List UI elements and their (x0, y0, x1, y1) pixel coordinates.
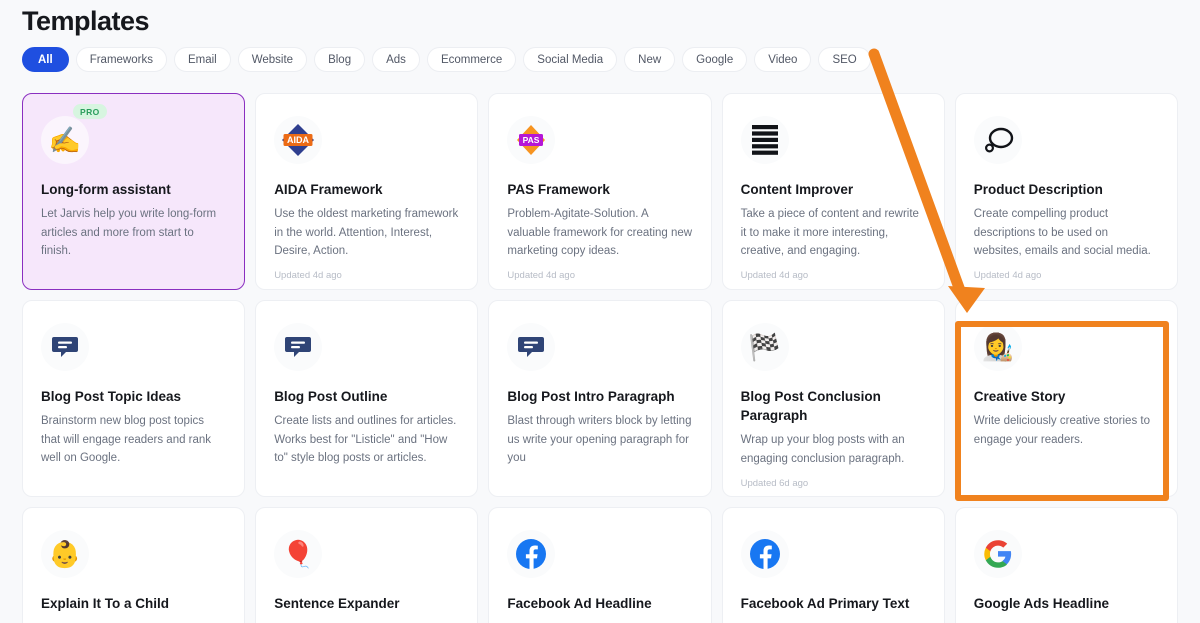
template-card[interactable]: Blog Post Outline Create lists and outlin… (255, 300, 479, 497)
card-icon-wrapper (274, 323, 323, 371)
card-description: Problem-Agitate-Solution. A valuable fra… (507, 208, 693, 258)
filter-pill-email[interactable]: Email (173, 47, 231, 72)
card-icon-wrapper: PAS (507, 116, 556, 164)
artist-person-icon: 👩‍🎨 (981, 332, 1014, 362)
chat-bubble-icon (52, 337, 78, 357)
template-card[interactable]: Google Ads Headline (954, 507, 1178, 623)
pas-badge-icon: PAS (517, 125, 546, 155)
card-icon-wrapper: 👩‍🎨 (973, 323, 1022, 371)
baby-face-icon: 👶 (48, 539, 82, 569)
svg-text:AIDA: AIDA (287, 135, 309, 145)
filter-pill-google[interactable]: Google (682, 47, 748, 72)
checkered-flag-icon: 🏁 (748, 332, 781, 362)
card-title: Product Description (973, 182, 1103, 197)
card-title: Facebook Ad Headline (507, 596, 652, 611)
template-card[interactable]: ✍️ PRO Long-form assistant Let Jarvis help … (22, 93, 246, 290)
filter-pill-blog[interactable]: Blog (314, 47, 366, 72)
card-icon-wrapper: 🎈 (274, 530, 323, 578)
page-title: Templates (22, 6, 150, 36)
template-card[interactable]: 👶 Explain It To a Child (22, 507, 246, 623)
card-title: Long-form assistant (41, 182, 171, 197)
card-description: Brainstorm new blog post topics that wil… (41, 415, 212, 465)
filter-pill-video[interactable]: Video (754, 47, 812, 72)
template-card[interactable]: PAS PAS Framework Problem-Agitate-Solution… (488, 93, 712, 290)
card-icon-wrapper: AIDA (274, 116, 323, 164)
filter-bar: All Frameworks Email Website Blog Ads Ecommerc… (22, 47, 871, 72)
template-card[interactable]: Product Description Create compelling pro… (954, 93, 1178, 290)
card-description: Create lists and outlines for articles. … (274, 415, 457, 465)
template-card[interactable]: 🏁 Blog Post Conclusion Paragraph Wrap up y… (721, 300, 945, 497)
pro-badge: PRO (73, 104, 107, 119)
google-logo-icon (984, 540, 1011, 568)
facebook-logo-icon (516, 539, 547, 569)
card-updated-timestamp: Updated 4d ago (740, 270, 809, 282)
card-updated-timestamp: Updated 4d ago (973, 270, 1042, 282)
card-title: Facebook Ad Primary Text (740, 596, 910, 611)
card-title: Sentence Expander (274, 596, 400, 611)
card-icon-wrapper (973, 530, 1022, 578)
chat-bubble-icon (285, 337, 312, 357)
card-updated-timestamp: Updated 6d ago (740, 477, 809, 489)
chat-bubble-icon (518, 337, 545, 357)
card-title: AIDA Framework (274, 182, 383, 197)
card-title: Blog Post Topic Ideas (41, 389, 182, 404)
card-description: Blast through writers block by letting u… (507, 415, 692, 465)
filter-pill-new[interactable]: New (624, 47, 676, 72)
card-icon-wrapper (740, 530, 789, 578)
svg-text:PAS: PAS (523, 135, 540, 145)
card-title: Blog Post Intro Paragraph (507, 389, 675, 404)
thought-bubble-icon (984, 127, 1013, 153)
template-card[interactable]: Blog Post Topic Ideas Brainstorm new blog… (22, 300, 246, 497)
template-card[interactable]: 🎈 Sentence Expander (255, 507, 479, 623)
card-description: Take a piece of content and rewrite it t… (740, 208, 919, 258)
card-description: Use the oldest marketing framework in th… (274, 208, 459, 258)
template-card[interactable]: Content Improver Take a piece of content … (721, 93, 945, 290)
filter-pill-seo[interactable]: SEO (818, 47, 871, 72)
card-title: Google Ads Headline (973, 596, 1110, 611)
card-title: Content Improver (740, 182, 854, 197)
aida-badge-icon: AIDA (282, 124, 315, 156)
card-icon-wrapper (507, 530, 556, 578)
template-card[interactable]: 👩‍🎨 Creative Story Write deliciously creat… (954, 300, 1178, 497)
filter-pill-website[interactable]: Website (237, 47, 308, 72)
writing-hand-icon: ✍️ (48, 125, 82, 155)
filter-pill-ecommerce[interactable]: Ecommerce (426, 47, 517, 72)
card-icon-wrapper (973, 116, 1022, 164)
card-icon-wrapper (41, 323, 89, 371)
filter-pill-all[interactable]: All (22, 47, 69, 72)
card-icon-wrapper: ✍️ PRO (41, 104, 107, 164)
template-card[interactable]: Facebook Ad Primary Text (721, 507, 945, 623)
facebook-logo-icon (749, 539, 780, 569)
filter-pill-frameworks[interactable]: Frameworks (75, 47, 167, 72)
card-updated-timestamp: Updated 4d ago (507, 270, 576, 282)
card-title: Creative Story (973, 389, 1066, 404)
filter-pill-ads[interactable]: Ads (372, 47, 420, 72)
card-description: Create compelling product descriptions t… (973, 208, 1151, 258)
card-description: Wrap up your blog posts with an engaging… (740, 434, 905, 465)
filter-pill-social-media[interactable]: Social Media (523, 47, 618, 72)
template-card[interactable]: Blog Post Intro Paragraph Blast through w… (488, 300, 712, 497)
card-title: Blog Post Outline (274, 389, 388, 404)
text-lines-icon (751, 125, 778, 155)
card-icon-wrapper: 🏁 (740, 323, 789, 371)
card-title: Blog Post Conclusion Paragraph (740, 389, 881, 424)
card-description: Let Jarvis help you write long-form arti… (41, 208, 217, 258)
template-card-grid: ✍️ PRO Long-form assistant Let Jarvis help … (22, 93, 1178, 623)
card-icon-wrapper (507, 323, 556, 371)
template-card[interactable]: AIDA AIDA Framework Use the oldest marketi… (255, 93, 479, 290)
balloon-icon: 🎈 (282, 539, 315, 569)
template-card[interactable]: Facebook Ad Headline (488, 507, 712, 623)
card-title: Explain It To a Child (41, 596, 170, 611)
card-description: Write deliciously creative stories to en… (973, 415, 1150, 446)
card-updated-timestamp: Updated 4d ago (274, 270, 342, 282)
card-title: PAS Framework (507, 182, 610, 197)
card-icon-wrapper: 👶 (41, 530, 89, 578)
card-icon-wrapper (740, 116, 789, 164)
